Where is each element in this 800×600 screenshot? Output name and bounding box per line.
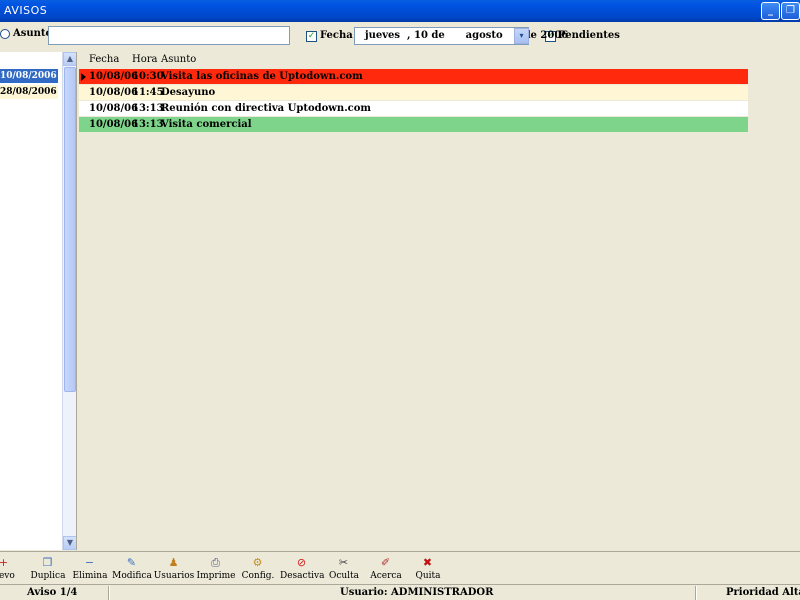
cell-asunto: Visita las oficinas de Uptodown.com xyxy=(161,71,363,82)
check-icon: ✓ xyxy=(307,31,316,41)
toolbar-label: Oculta xyxy=(328,571,360,581)
date-list-item[interactable]: 10/08/2006 xyxy=(0,69,58,83)
imprime-button[interactable]: ⎙ Imprime xyxy=(194,554,238,584)
grid-body: 10/08/06 10:30 Visita las oficinas de Upto… xyxy=(79,69,748,133)
scroll-down-button[interactable]: ▼ xyxy=(63,536,77,550)
asunto-radio[interactable] xyxy=(0,29,10,39)
asunto-input[interactable] xyxy=(48,26,290,45)
toolbar-label: Modifica xyxy=(112,571,152,581)
acerca-icon: ✐ xyxy=(380,556,391,569)
cell-hora: 11:45 xyxy=(132,87,164,98)
chevron-down-icon: ▼ xyxy=(66,538,74,547)
config-button[interactable]: ⚙ Config. xyxy=(236,554,280,584)
scroll-up-button[interactable]: ▲ xyxy=(63,52,77,66)
avisos-grid: Fecha Hora Asunto 10/08/06 10:30 Visita la… xyxy=(79,52,800,550)
row-indicator-icon xyxy=(81,73,86,81)
table-row[interactable]: 10/08/06 13:13 Reunión con directiva Uptod… xyxy=(79,101,748,116)
minimize-button[interactable]: _ xyxy=(761,2,780,20)
cell-asunto: Visita comercial xyxy=(161,119,252,130)
column-header-fecha[interactable]: Fecha xyxy=(79,52,119,68)
toolbar-label: Usuarios xyxy=(153,571,195,581)
table-row[interactable]: 10/08/06 11:45 Desayuno xyxy=(79,85,748,100)
title-bar: AVISOS _ ❐ ✕ xyxy=(0,0,800,22)
status-separator xyxy=(108,586,110,600)
chevron-down-icon: ▾ xyxy=(519,31,524,40)
toolbar-label: Quita xyxy=(415,571,441,581)
window-title: AVISOS xyxy=(4,4,48,17)
cell-fecha: 10/08/06 xyxy=(89,119,139,130)
oculta-icon: ✂ xyxy=(338,556,349,569)
cell-asunto: Reunión con directiva Uptodown.com xyxy=(161,103,372,114)
acerca-button[interactable]: ✐ Acerca xyxy=(364,554,408,584)
elimina-button[interactable]: − Elimina xyxy=(68,554,112,584)
config-icon: ⚙ xyxy=(252,556,263,569)
usuarios-icon: ♟ xyxy=(168,556,179,569)
date-picker-value: jueves , 10 de agosto de 2006 xyxy=(365,30,569,41)
fecha-checkbox[interactable]: ✓ xyxy=(306,31,317,42)
maximize-button[interactable]: ❐ xyxy=(781,2,800,20)
toolbar-label: Desactiva xyxy=(280,571,325,581)
status-prioridad: Prioridad Alta xyxy=(726,587,800,598)
modifica-button[interactable]: ✎ Modifica xyxy=(110,554,154,584)
status-bar: Aviso 1/4 Usuario: ADMINISTRADOR Priorid… xyxy=(0,584,800,600)
duplica-button[interactable]: ❐ Duplica xyxy=(26,554,70,584)
column-header-asunto[interactable]: Asunto xyxy=(151,52,196,68)
status-aviso: Aviso 1/4 xyxy=(27,587,78,598)
cell-fecha: 10/08/06 xyxy=(89,87,139,98)
date-list-item[interactable]: 28/08/2006 xyxy=(0,85,58,99)
cell-hora: 10:30 xyxy=(132,71,164,82)
table-row[interactable]: 10/08/06 13:13 Visita comercial xyxy=(79,117,748,132)
nuevo-icon: + xyxy=(0,556,9,569)
scroll-thumb[interactable] xyxy=(64,67,76,392)
date-list: 10/08/2006 28/08/2006 xyxy=(0,52,62,550)
toolbar-label: Elimina xyxy=(72,571,108,581)
oculta-button[interactable]: ✂ Oculta xyxy=(322,554,366,584)
cell-hora: 13:13 xyxy=(132,103,164,114)
date-dropdown-button[interactable]: ▾ xyxy=(514,28,529,44)
quita-icon: ✖ xyxy=(422,556,433,569)
grid-header: Fecha Hora Asunto xyxy=(79,52,748,68)
table-row[interactable]: 10/08/06 10:30 Visita las oficinas de Upto… xyxy=(79,69,748,84)
quita-button[interactable]: ✖ Quita xyxy=(406,554,450,584)
nuevo-button[interactable]: + uevo xyxy=(0,554,26,584)
toolbar-label: Acerca xyxy=(370,571,402,581)
status-usuario: Usuario: ADMINISTRADOR xyxy=(340,587,494,598)
toolbar-label: Imprime xyxy=(196,571,236,581)
fecha-label: Fecha xyxy=(320,30,353,41)
cell-asunto: Desayuno xyxy=(161,87,216,98)
cell-fecha: 10/08/06 xyxy=(89,71,139,82)
toolbar-label: Config. xyxy=(241,571,275,581)
duplica-icon: ❐ xyxy=(42,556,53,569)
desactiva-icon: ⊘ xyxy=(296,556,307,569)
status-separator xyxy=(695,586,697,600)
modifica-icon: ✎ xyxy=(126,556,137,569)
desactiva-button[interactable]: ⊘ Desactiva xyxy=(280,554,325,584)
date-picker[interactable]: jueves , 10 de agosto de 2006 ▾ xyxy=(354,27,568,45)
toolbar-label: uevo xyxy=(0,571,15,581)
cell-hora: 13:13 xyxy=(132,119,164,130)
restore-icon: ❐ xyxy=(786,5,795,16)
imprime-icon: ⎙ xyxy=(211,556,220,569)
chevron-up-icon: ▲ xyxy=(66,54,74,63)
elimina-icon: − xyxy=(84,556,95,569)
toolbar-label: Duplica xyxy=(30,571,66,581)
date-list-scrollbar[interactable]: ▲ ▼ xyxy=(62,52,77,550)
minimize-icon: _ xyxy=(768,5,773,16)
toolbar: +uevo❐Duplica−Elimina✎Modifica♟Usuarios⎙… xyxy=(0,551,800,583)
usuarios-button[interactable]: ♟ Usuarios xyxy=(152,554,196,584)
cell-fecha: 10/08/06 xyxy=(89,103,139,114)
